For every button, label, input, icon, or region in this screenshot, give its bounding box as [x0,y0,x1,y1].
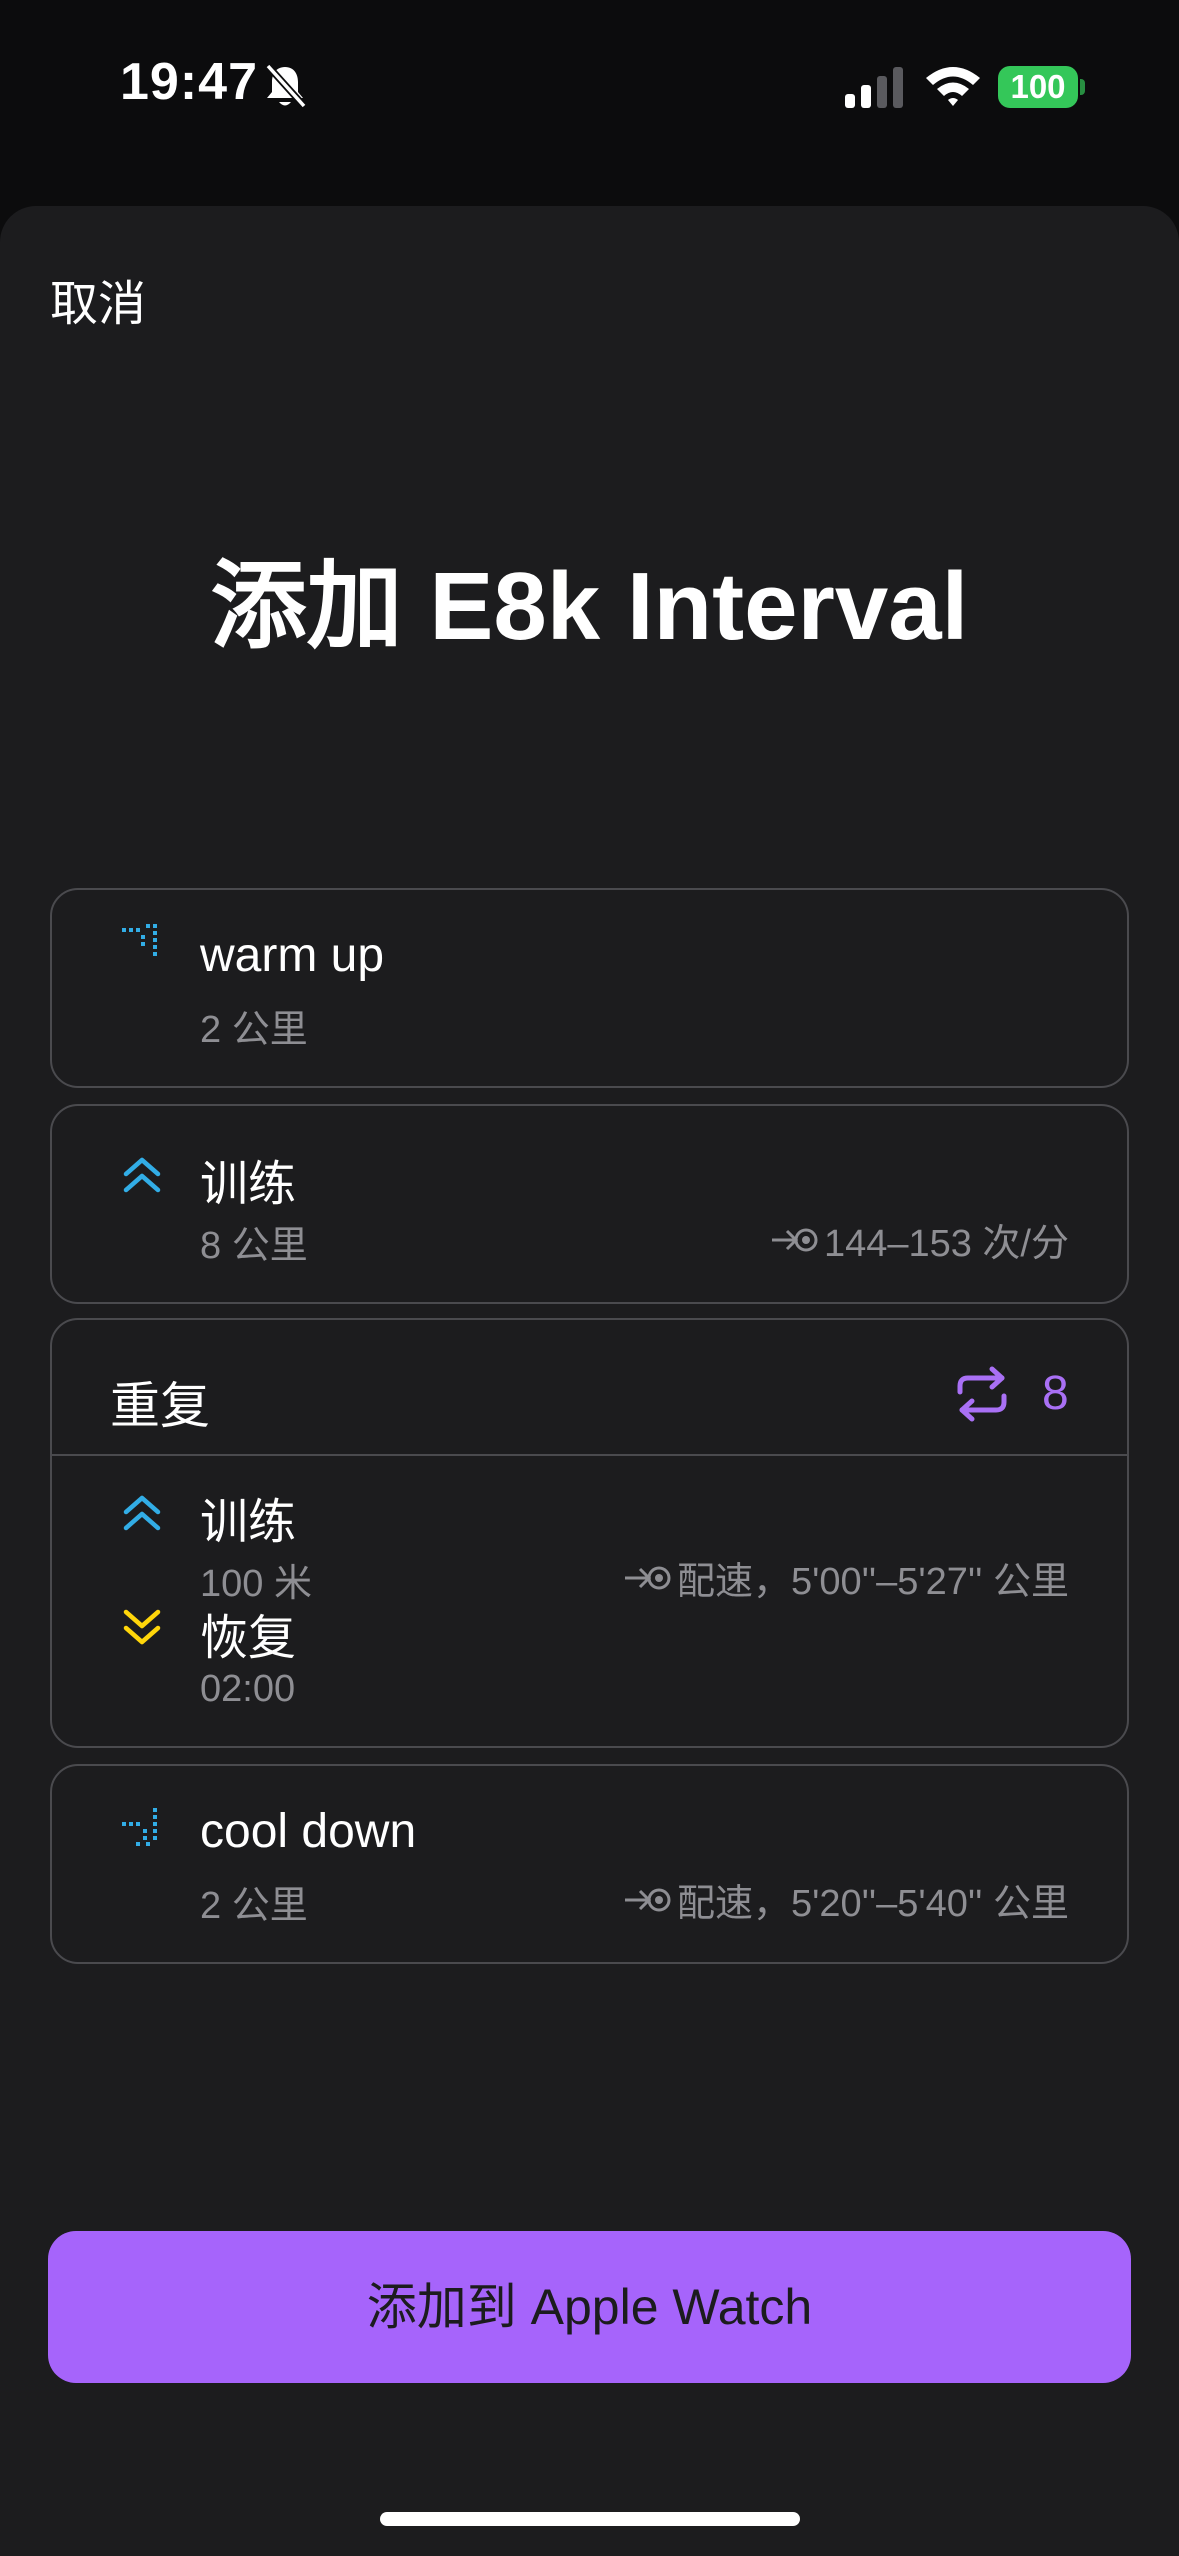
warmup-icon [122,924,157,956]
train-target-text: 144–153 次/分 [823,1223,1069,1265]
cooldown-icon [122,1808,157,1846]
cooldown-target: 配速，5'20''–5'40'' 公里 [623,1872,1069,1927]
cooldown-target-text: 配速，5'20''–5'40'' 公里 [676,1883,1069,1925]
train-distance: 8 公里 [200,1225,308,1267]
repeat-icon [957,1366,1007,1422]
bell-slash-icon [265,63,307,109]
repeat-train-target: 配速，5'00''–5'27'' 公里 [623,1550,1069,1605]
repeat-block-card[interactable]: 重复 8 训练 100 米 配速，5'00''–5'27'' 公里 恢复 02:… [50,1318,1129,1748]
status-bar: 19:47 100 [0,0,1179,180]
cooldown-distance: 2 公里 [200,1885,308,1927]
cooldown-name: cool down [200,1805,417,1858]
repeat-label: 重复 [110,1378,210,1434]
wifi-icon [926,67,980,106]
repeat-count: 8 [1042,1367,1069,1420]
repeat-train-target-text: 配速，5'00''–5'27'' 公里 [676,1561,1069,1603]
status-time: 19:47 [120,53,258,111]
target-arrow-icon [624,1566,671,1589]
repeat-train-name: 训练 [200,1496,297,1549]
add-workout-sheet: 取消 添加 E8k Interval warm up 2 公里 训练 8 公里 [0,206,1179,2556]
chevron-double-up-icon [123,1495,161,1531]
cellular-signal-icon [845,67,903,108]
target-arrow-icon [624,1888,671,1911]
recover-name: 恢复 [200,1612,297,1665]
cooldown-step-card[interactable]: cool down 2 公里 配速，5'20''–5'40'' 公里 [50,1764,1129,1964]
chevron-double-down-icon [123,1609,161,1645]
battery-tip [1080,79,1085,95]
recover-duration: 02:00 [200,1668,296,1710]
sheet-title: 添加 E8k Interval [210,553,969,660]
cancel-button[interactable]: 取消 [50,264,146,334]
add-to-apple-watch-button[interactable]: 添加到 Apple Watch [48,2231,1131,2383]
chevron-double-up-icon [123,1157,161,1193]
warmup-name: warm up [200,929,385,982]
warmup-distance: 2 公里 [200,1009,308,1051]
target-arrow-icon [771,1228,818,1251]
train-step-card[interactable]: 训练 8 公里 144–153 次/分 [50,1104,1129,1304]
repeat-divider [52,1454,1127,1456]
home-indicator [380,2512,800,2526]
train-name: 训练 [200,1158,297,1211]
train-target: 144–153 次/分 [770,1212,1069,1267]
warmup-step-card[interactable]: warm up 2 公里 [50,888,1129,1088]
battery-indicator: 100 [998,66,1078,108]
